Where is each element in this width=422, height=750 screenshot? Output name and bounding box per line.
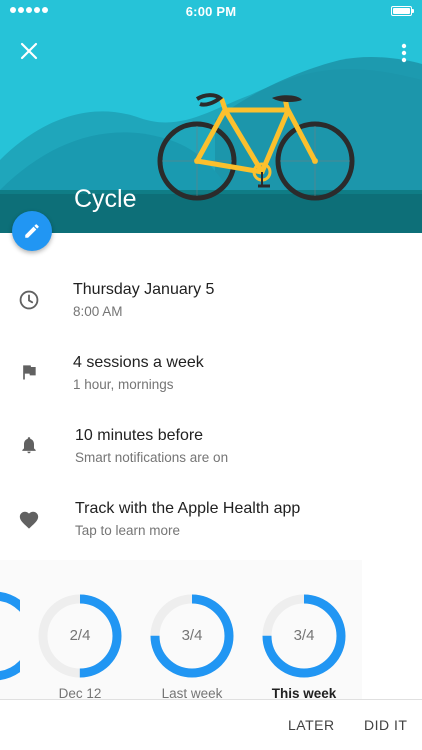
more-options-button[interactable] — [392, 38, 416, 68]
detail-title: 4 sessions a week — [73, 354, 204, 371]
flag-icon — [16, 359, 42, 385]
close-icon — [20, 42, 38, 60]
more-vertical-icon — [401, 43, 407, 63]
page-title: Cycle — [74, 185, 137, 213]
bottom-action-bar: LATER DID IT — [0, 699, 422, 750]
progress-ring[interactable]: 2/4 Dec 12 — [34, 590, 126, 701]
detail-row-reminder[interactable]: 10 minutes before Smart notifications ar… — [0, 417, 422, 477]
progress-value: 2/4 — [69, 627, 91, 644]
detail-row-date[interactable]: Thursday January 5 8:00 AM — [0, 271, 422, 331]
hero-banner: Cycle — [0, 0, 422, 233]
detail-row-health[interactable]: Track with the Apple Health app Tap to l… — [0, 490, 422, 550]
bell-icon — [16, 432, 42, 458]
detail-row-frequency[interactable]: 4 sessions a week 1 hour, mornings — [0, 344, 422, 404]
hero-illustration — [0, 0, 422, 233]
close-button[interactable] — [14, 36, 44, 66]
battery-icon — [391, 6, 414, 16]
edit-button[interactable] — [12, 211, 52, 251]
pencil-icon — [25, 224, 39, 238]
detail-subtitle: 1 hour, mornings — [73, 377, 174, 392]
progress-history[interactable]: 2/4 Dec 12 3/4 Last week 3/4 This week — [0, 560, 362, 701]
status-bar: 6:00 PM — [0, 0, 422, 22]
did-it-button[interactable]: DID IT — [364, 717, 407, 733]
detail-subtitle: 8:00 AM — [73, 304, 123, 319]
detail-title: Track with the Apple Health app — [75, 500, 301, 517]
detail-subtitle: Tap to learn more — [75, 523, 181, 538]
detail-title: 10 minutes before — [75, 427, 204, 444]
heart-icon — [16, 507, 42, 533]
progress-value: 3/4 — [181, 627, 203, 644]
detail-title: Thursday January 5 — [73, 281, 215, 298]
progress-ring[interactable]: 3/4 Last week — [146, 590, 238, 701]
later-button[interactable]: LATER — [288, 717, 335, 733]
progress-value: 3/4 — [293, 627, 315, 644]
progress-ring-partial — [0, 591, 20, 681]
clock-icon — [16, 287, 42, 313]
detail-subtitle: Smart notifications are on — [75, 450, 229, 465]
progress-ring[interactable]: 3/4 This week — [258, 590, 350, 701]
status-time: 6:00 PM — [185, 4, 237, 19]
